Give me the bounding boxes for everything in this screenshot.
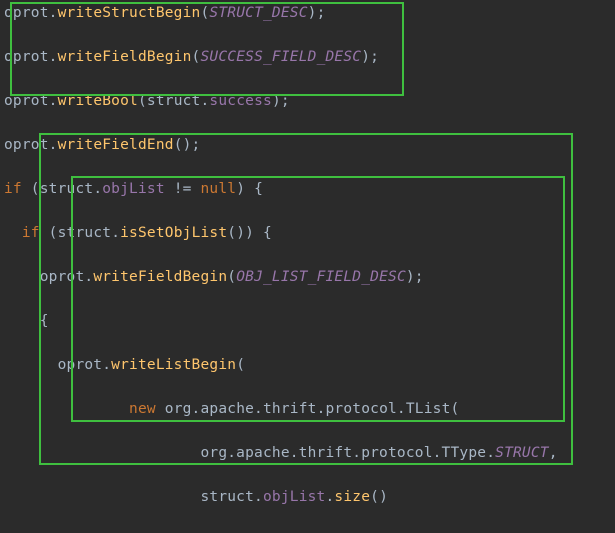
code-line: if (struct.isSetObjList()) { (4, 222, 615, 244)
code-line: oprot.writeListBegin( (4, 354, 615, 376)
code-line: oprot.writeFieldEnd(); (4, 134, 615, 156)
code-line: { (4, 310, 615, 332)
code-line: oprot.writeBool(struct.success); (4, 90, 615, 112)
code-line: new org.apache.thrift.protocol.TList( (4, 398, 615, 420)
highlight-box (71, 176, 565, 422)
code-line: oprot.writeFieldBegin(OBJ_LIST_FIELD_DES… (4, 266, 615, 288)
code-line: org.apache.thrift.protocol.TType.STRUCT, (4, 442, 615, 464)
code-line: oprot.writeStructBegin(STRUCT_DESC); (4, 2, 615, 24)
code-editor[interactable]: oprot.writeStructBegin(STRUCT_DESC); opr… (0, 0, 615, 533)
code-line: if (struct.objList != null) { (4, 178, 615, 200)
code-line: struct.objList.size() (4, 486, 615, 508)
code-line: oprot.writeFieldBegin(SUCCESS_FIELD_DESC… (4, 46, 615, 68)
